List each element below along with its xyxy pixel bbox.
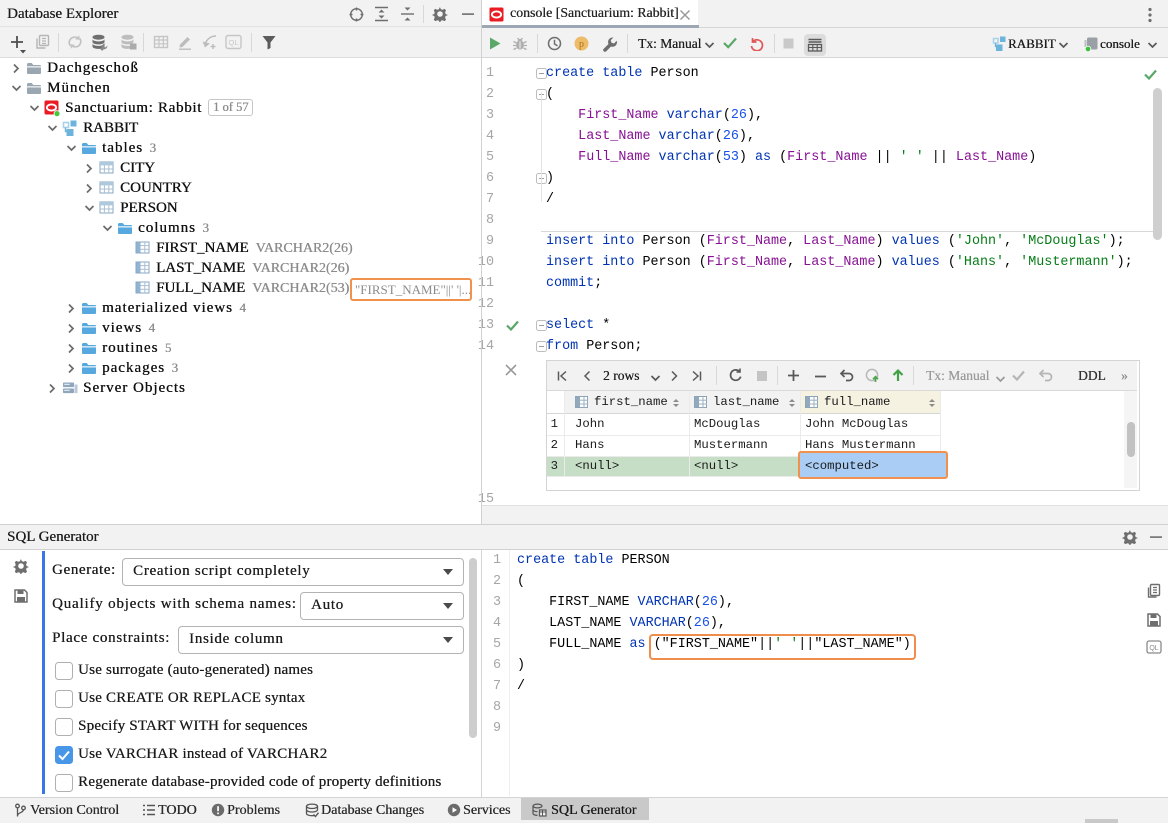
svg-text:QL: QL xyxy=(1149,645,1158,652)
svg-text:QL: QL xyxy=(228,38,238,47)
svg-text:p: p xyxy=(579,39,584,50)
